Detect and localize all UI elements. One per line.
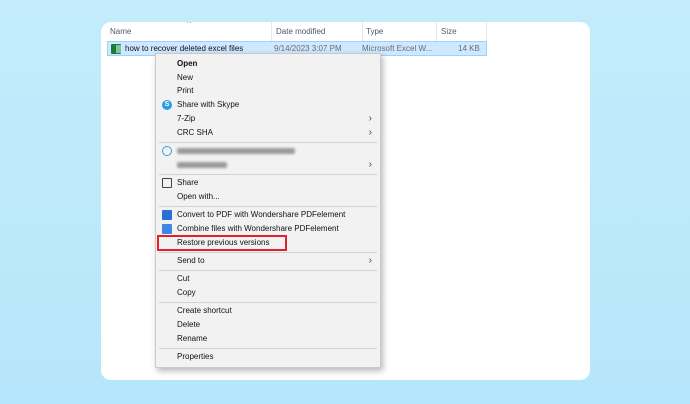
highlight-box [157,235,287,251]
blurred-label [177,148,295,154]
column-type[interactable]: Type [363,22,437,41]
menu-item-convert-pdf-label: Convert to PDF with Wondershare PDFeleme… [177,210,346,219]
menu-item-open-label: Open [177,59,198,68]
menu-item-blurred-1[interactable] [156,144,380,158]
menu-separator [159,206,377,207]
menu-item-rename-label: Rename [177,334,208,343]
menu-item-7zip-label: 7-Zip [177,114,196,123]
menu-item-open[interactable]: Open [156,57,380,71]
skype-icon: S [162,100,172,110]
menu-item-copy-label: Copy [177,288,196,297]
menu-item-share[interactable]: Share [156,176,380,190]
menu-item-cut[interactable]: Cut [156,272,380,286]
menu-item-share-with-skype-label: Share with Skype [177,100,240,109]
menu-item-cut-label: Cut [177,274,190,283]
blurred-label [177,162,227,168]
menu-item-7zip[interactable]: 7-Zip › [156,112,380,126]
menu-item-print[interactable]: Print [156,84,380,98]
menu-item-send-to-label: Send to [177,256,205,265]
chevron-right-icon: › [368,113,372,124]
menu-item-blurred-2[interactable]: › [156,158,380,172]
menu-item-combine-files-label: Combine files with Wondershare PDFelemen… [177,224,339,233]
menu-item-share-with-skype[interactable]: S Share with Skype [156,98,380,112]
menu-item-create-shortcut[interactable]: Create shortcut [156,304,380,318]
menu-item-delete[interactable]: Delete [156,318,380,332]
column-name[interactable]: Name [101,22,272,41]
menu-separator [159,174,377,175]
app-icon [162,146,172,156]
menu-separator [159,270,377,271]
menu-item-share-label: Share [177,178,199,187]
menu-separator [159,302,377,303]
menu-item-crc-sha[interactable]: CRC SHA › [156,126,380,140]
menu-separator [159,252,377,253]
menu-item-print-label: Print [177,86,194,95]
menu-item-open-with[interactable]: Open with... [156,190,380,204]
file-size: 14 KB [458,44,480,53]
context-menu: Open New Print S Share with Skype 7-Zip … [155,53,381,368]
menu-item-create-shortcut-label: Create shortcut [177,306,232,315]
menu-item-rename[interactable]: Rename [156,332,380,346]
menu-item-delete-label: Delete [177,320,201,329]
column-size[interactable]: Size [437,22,487,41]
chevron-right-icon: › [368,159,372,170]
excel-file-icon [111,44,121,54]
column-header: ^ Name Date modified Type Size [101,22,491,41]
chevron-right-icon: › [368,127,372,138]
column-date-modified[interactable]: Date modified [272,22,363,41]
menu-item-properties[interactable]: Properties [156,350,380,364]
menu-item-new-label: New [177,73,194,82]
menu-item-new[interactable]: New [156,71,380,85]
share-icon [162,178,172,188]
pdfelement-combine-icon [162,224,172,234]
menu-item-copy[interactable]: Copy [156,286,380,300]
chevron-right-icon: › [368,255,372,266]
menu-separator [159,142,377,143]
menu-separator [159,348,377,349]
menu-item-combine-files[interactable]: Combine files with Wondershare PDFelemen… [156,222,380,236]
menu-item-send-to[interactable]: Send to › [156,254,380,268]
pdfelement-icon [162,210,172,220]
menu-item-crc-sha-label: CRC SHA [177,128,214,137]
menu-item-open-with-label: Open with... [177,192,220,201]
menu-item-convert-pdf[interactable]: Convert to PDF with Wondershare PDFeleme… [156,208,380,222]
menu-item-properties-label: Properties [177,352,214,361]
